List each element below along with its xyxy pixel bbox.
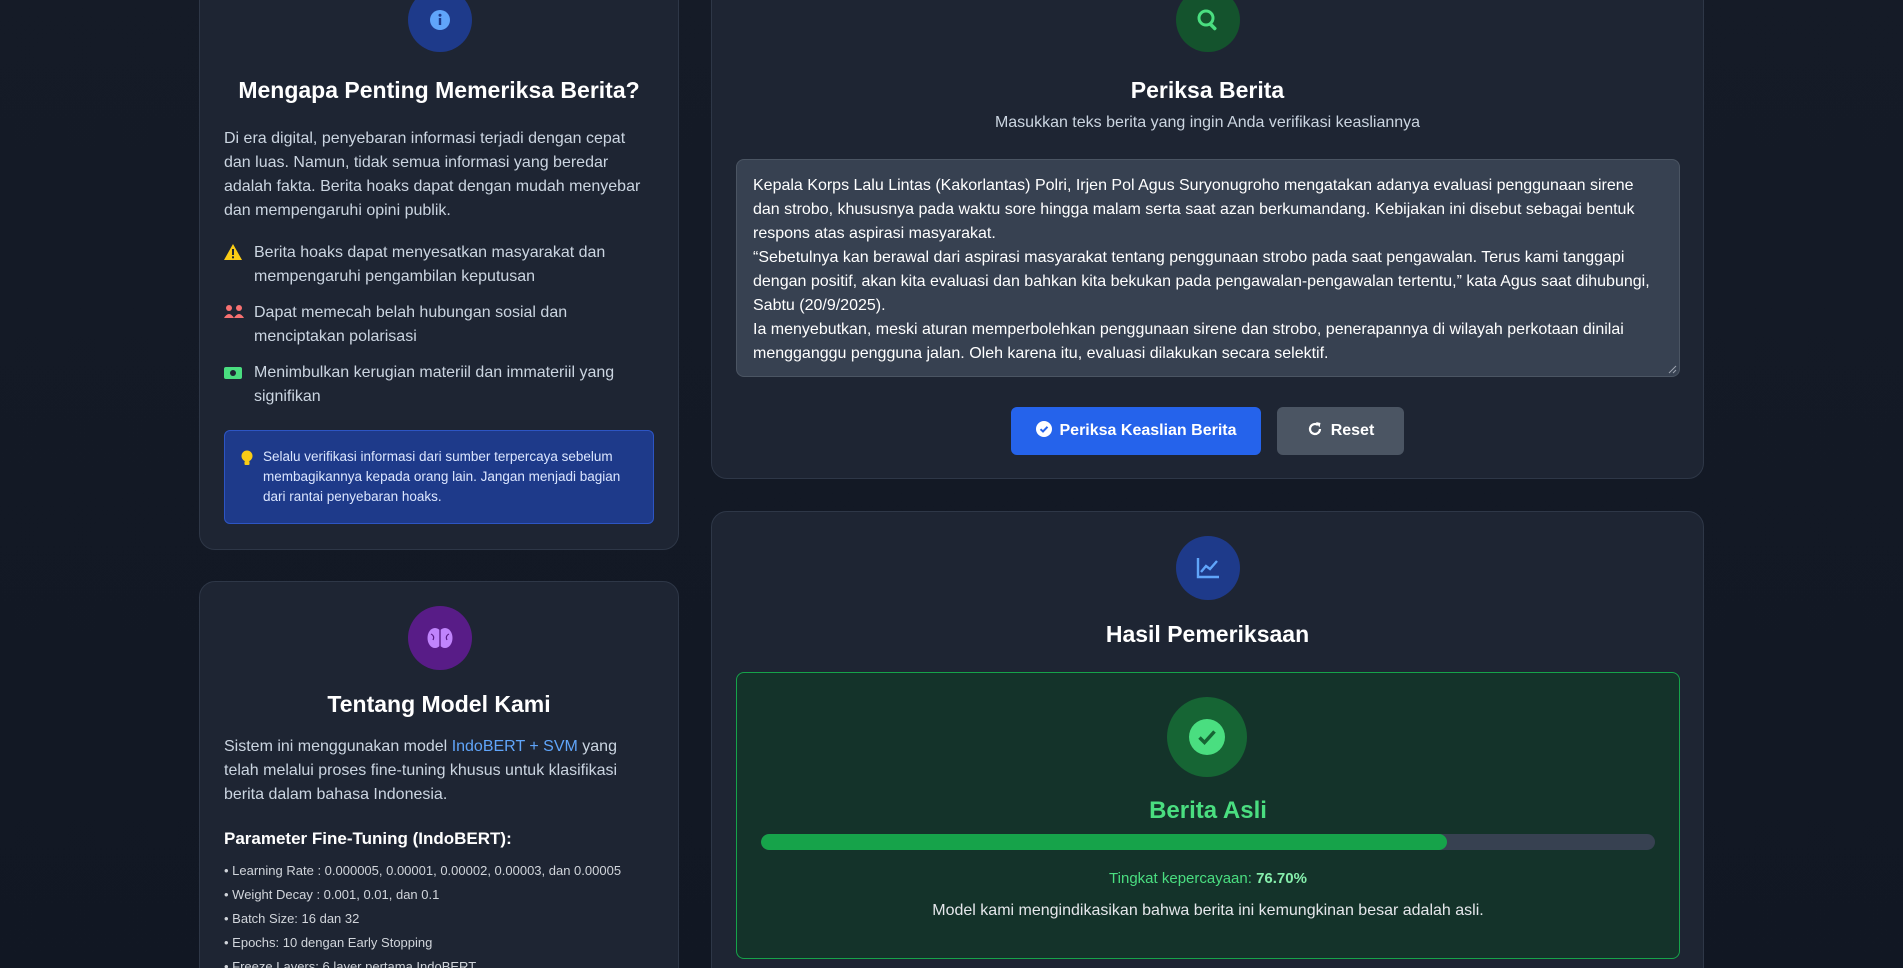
confidence-line: Tingkat kepercayaan: 76.70%: [737, 870, 1679, 887]
param-item: • Learning Rate : 0.000005, 0.00001, 0.0…: [224, 863, 622, 878]
check-circle-icon: [1167, 697, 1247, 777]
check-news-card: Periksa Berita Masukkan teks berita yang…: [711, 0, 1704, 479]
result-card-title: Hasil Pemeriksaan: [1105, 621, 1310, 647]
reason-item: Menimbulkan kerugian materiil dan immate…: [224, 361, 654, 409]
news-textarea[interactable]: Kepala Korps Lalu Lintas (Kakorlantas) P…: [736, 159, 1680, 377]
reason-item: Dapat memecah belah hubungan sosial dan …: [224, 301, 654, 349]
confidence-bar-fill: [761, 834, 1447, 850]
params-list: • Learning Rate : 0.000005, 0.00001, 0.0…: [224, 859, 621, 968]
tip-text: Selalu verifikasi informasi dari sumber …: [263, 449, 621, 504]
why-check-card: Mengapa Penting Memeriksa Berita? Di era…: [199, 0, 679, 550]
check-card-subtitle: Masukkan teks berita yang ingin Anda ver…: [994, 114, 1421, 131]
info-icon: [408, 0, 472, 52]
confidence-value: 76.70%: [1256, 870, 1307, 887]
users-icon: [224, 304, 244, 349]
chart-line-icon: [1176, 536, 1240, 600]
why-card-body: Di era digital, penyebaran informasi ter…: [224, 130, 641, 219]
check-authenticity-button[interactable]: Periksa Keaslian Berita: [1011, 407, 1261, 455]
result-box: Berita Asli Tingkat kepercayaan: 76.70% …: [736, 672, 1680, 959]
result-description: Model kami mengindikasikan bahwa berita …: [932, 902, 1484, 919]
lightbulb-icon: [241, 450, 253, 472]
reason-text: Menimbulkan kerugian materiil dan immate…: [254, 364, 615, 405]
result-card: Hasil Pemeriksaan Berita Asli Tingkat ke…: [711, 511, 1704, 968]
model-card-body: Sistem ini menggunakan model IndoBERT + …: [224, 735, 654, 807]
search-icon: [1176, 0, 1240, 52]
warning-icon: [224, 244, 242, 289]
model-card-title: Tentang Model Kami: [327, 691, 551, 717]
reset-button[interactable]: Reset: [1277, 407, 1404, 455]
check-button-label: Periksa Keaslian Berita: [1059, 422, 1237, 439]
reason-text: Dapat memecah belah hubungan sosial dan …: [254, 304, 568, 345]
param-item: • Weight Decay : 0.001, 0.01, dan 0.1: [224, 887, 440, 902]
money-icon: [224, 364, 242, 409]
tip-box: Selalu verifikasi informasi dari sumber …: [224, 430, 654, 524]
brain-icon: [408, 606, 472, 670]
model-card: Tentang Model Kami Sistem ini menggunaka…: [199, 581, 679, 968]
result-label: Berita Asli: [1149, 797, 1267, 824]
check-card-title: Periksa Berita: [1130, 77, 1285, 103]
model-body-text: Sistem ini menggunakan model: [224, 738, 452, 755]
reason-text: Berita hoaks dapat menyesatkan masyaraka…: [254, 244, 606, 285]
confidence-bar: [761, 834, 1655, 850]
confidence-label: Tingkat kepercayaan:: [1109, 870, 1257, 887]
params-title: Parameter Fine-Tuning (IndoBERT):: [224, 829, 512, 848]
param-item: • Epochs: 10 dengan Early Stopping: [224, 935, 433, 950]
model-name-highlight: IndoBERT + SVM: [451, 738, 578, 755]
reset-button-label: Reset: [1330, 422, 1375, 439]
why-card-title: Mengapa Penting Memeriksa Berita?: [238, 77, 640, 103]
param-item: • Freeze Layers: 6 layer pertama IndoBER…: [224, 959, 477, 968]
check-circle-icon: [1035, 420, 1052, 442]
reason-item: Berita hoaks dapat menyesatkan masyaraka…: [224, 241, 654, 289]
refresh-icon: [1307, 421, 1323, 442]
param-item: • Batch Size: 16 dan 32: [224, 911, 360, 926]
